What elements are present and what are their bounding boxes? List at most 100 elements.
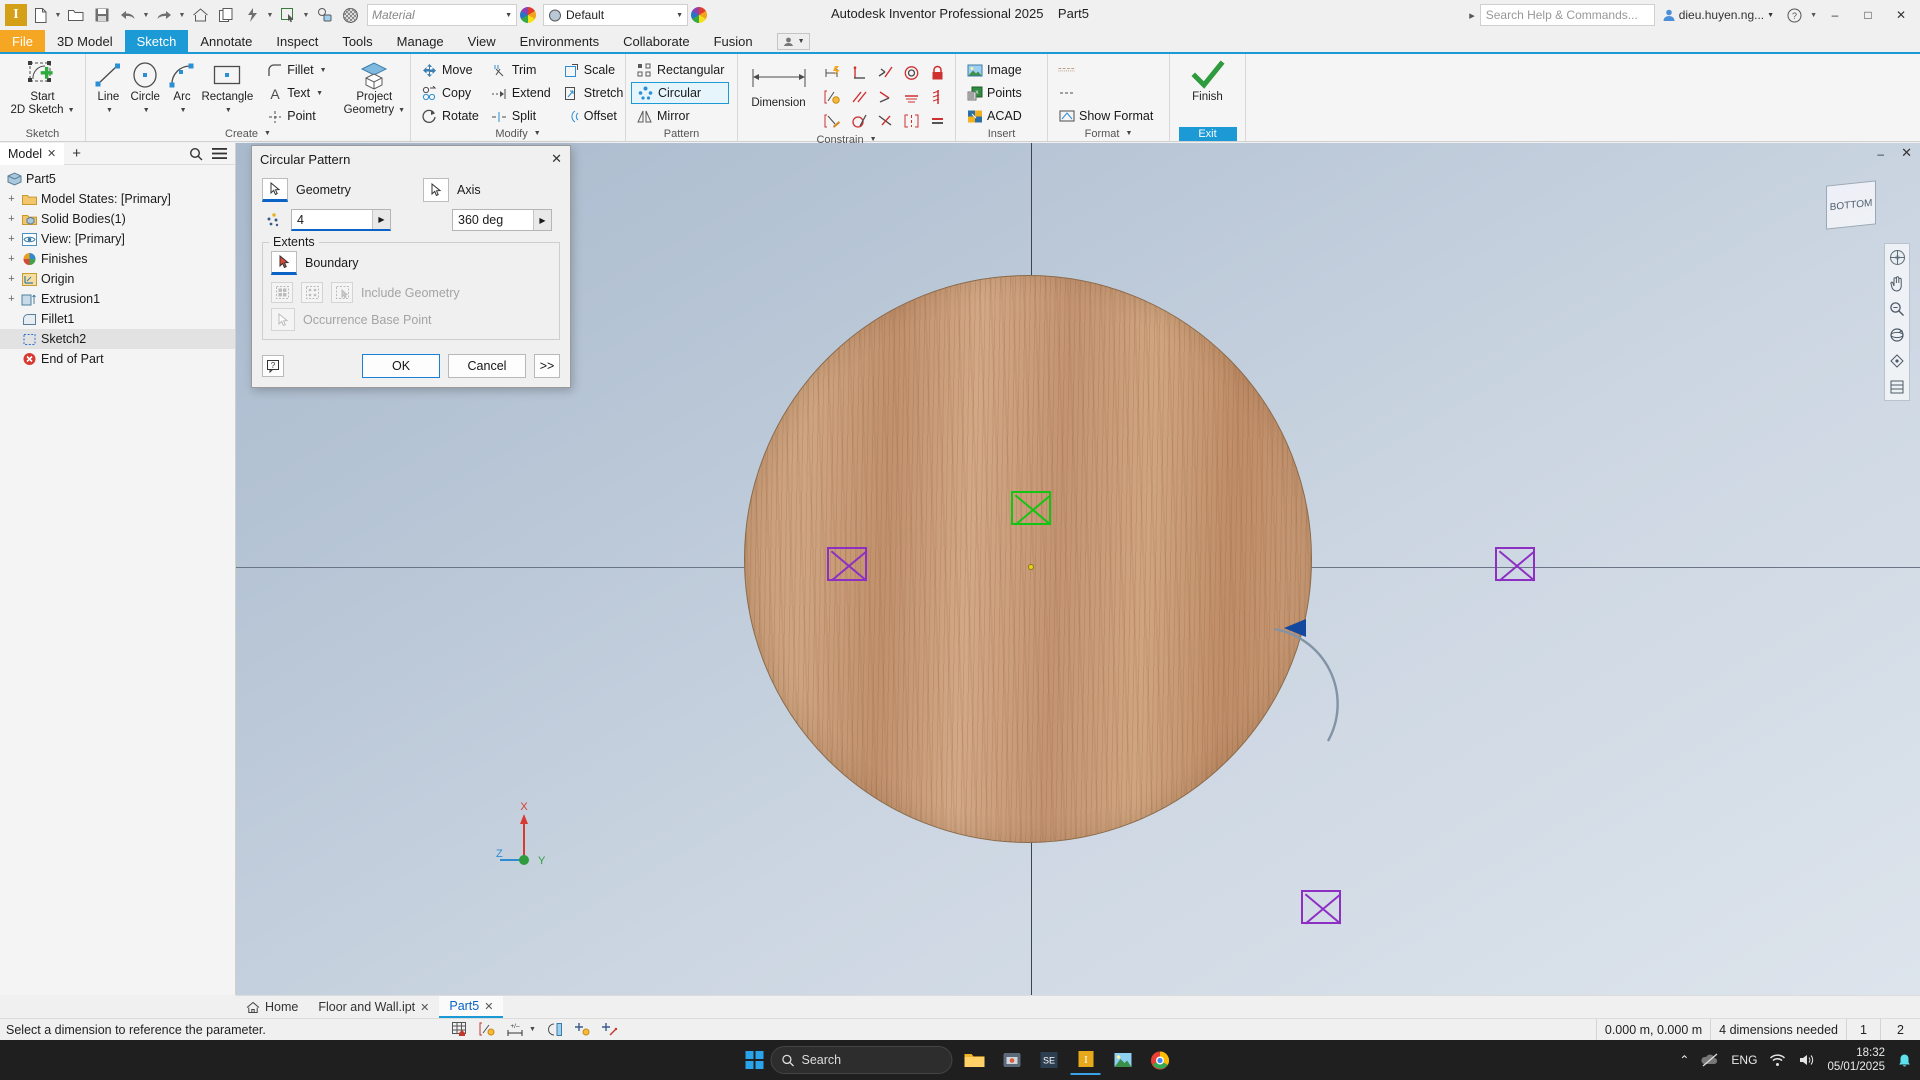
maximize-button[interactable]: □ [1853,0,1883,30]
scale-button[interactable]: Scale [558,59,629,81]
ribbon-tab-annotate[interactable]: Annotate [188,30,264,52]
ribbon-tab-inspect[interactable]: Inspect [264,30,330,52]
tree-node-part5[interactable]: Part5 [0,169,235,189]
redo-caret-icon[interactable]: ▼ [177,12,187,19]
start-2d-sketch-button[interactable]: Start 2D Sketch ▼ [6,57,80,117]
pattern-occurrence-bottom[interactable] [1301,890,1342,925]
chevron-down-icon[interactable]: ▼ [1125,127,1132,141]
search-help-input[interactable]: Search Help & Commands... [1479,4,1655,26]
extend-button[interactable]: Extend [486,82,556,104]
update-icon[interactable] [239,2,265,28]
horizontal-constraint-icon[interactable] [898,85,924,109]
fix-constraint-icon[interactable] [924,61,950,85]
angle-dropdown-icon[interactable]: ▶ [533,210,551,230]
occurrence-count-input[interactable]: 4 ▶ [291,209,391,231]
ribbon-tab-view[interactable]: View [456,30,508,52]
inventor-app-icon[interactable]: I [1070,1045,1101,1075]
chevron-down-icon[interactable]: ▼ [320,67,327,74]
axis-select-button[interactable] [423,178,449,202]
chevron-down-icon[interactable]: ▼ [398,104,405,117]
wifi-icon[interactable] [1769,1053,1786,1067]
expander-icon[interactable]: + [6,273,17,285]
tree-node-extrusion1[interactable]: + Extrusion1 [0,289,235,309]
collinear-constraint-icon[interactable] [872,109,898,133]
constraint-inference-icon[interactable] [574,1022,591,1037]
help-icon[interactable]: ? [1781,2,1807,28]
help-caret-icon[interactable]: ▼ [1810,12,1817,19]
arc-tool-button[interactable]: Arc ▼ [165,57,200,117]
expander-icon[interactable]: + [6,293,17,305]
close-icon[interactable]: ✕ [420,1001,429,1014]
auto-constraint-icon[interactable] [820,109,846,133]
inventor-logo-icon[interactable]: I [5,4,27,26]
pan-icon[interactable] [1887,273,1907,293]
browser-tab-model[interactable]: Model ✕ [0,142,65,165]
text-button[interactable]: A Text ▼ [261,82,331,104]
copy-icon[interactable] [213,2,239,28]
fillet-button[interactable]: Fillet ▼ [261,59,331,81]
insert-image-button[interactable]: Image [961,59,1027,81]
chevron-down-icon[interactable]: ▼ [143,104,150,117]
expander-icon[interactable]: + [6,193,17,205]
ribbon-tab-3d-model[interactable]: 3D Model [45,30,125,52]
tree-node-model-states[interactable]: + Model States: [Primary] [0,189,235,209]
point-button[interactable]: Point [261,105,331,127]
auto-dimension-icon[interactable] [820,61,846,85]
chevron-down-icon[interactable]: ▼ [676,12,683,19]
hamburger-menu-icon[interactable] [212,147,227,161]
browser-add-tab-button[interactable]: + [64,145,89,162]
more-options-button[interactable]: >> [534,354,560,378]
notification-bell-icon[interactable] [1897,1053,1912,1068]
rotate-button[interactable]: Rotate [416,105,484,127]
dialog-title-bar[interactable]: Circular Pattern ✕ [252,146,570,172]
circular-pattern-dialog[interactable]: Circular Pattern ✕ Geometry 4 ▶ Axis 360… [251,145,571,388]
expander-icon[interactable]: + [6,213,17,225]
save-icon[interactable] [89,2,115,28]
offset-button[interactable]: Offset [558,105,629,127]
panel-title-modify[interactable]: Modify ▼ [416,127,620,141]
smooth-constraint-icon[interactable] [846,109,872,133]
expander-icon[interactable]: + [6,233,17,245]
open-file-icon[interactable] [63,2,89,28]
taskbar-search-input[interactable]: Search [770,1046,953,1074]
material-color-wheel-icon[interactable] [520,7,536,23]
expander-icon[interactable]: + [6,253,17,265]
zoom-icon[interactable] [1887,299,1907,319]
new-file-icon[interactable] [27,2,53,28]
occurrence-count-dropdown-icon[interactable]: ▶ [372,210,390,229]
panel-title-format[interactable]: Format ▼ [1053,127,1164,141]
doc-tab-part5[interactable]: Part5 ✕ [439,996,504,1018]
symmetric-constraint-icon[interactable] [898,109,924,133]
doc-tab-home[interactable]: Home [236,996,308,1018]
circular-pattern-button[interactable]: Circular [631,82,730,104]
chevron-down-icon[interactable]: ▼ [1767,12,1774,19]
undo-icon[interactable] [115,2,141,28]
chevron-down-icon[interactable]: ▼ [264,127,271,141]
angle-input[interactable]: 360 deg ▶ [452,209,552,231]
appearance-selector[interactable]: Default ▼ [543,4,688,26]
windows-start-icon[interactable] [745,1051,764,1069]
linetype-button[interactable] [1053,59,1158,81]
pattern-occurrence-selected[interactable] [1011,491,1052,526]
ribbon-tab-collaborate[interactable]: Collaborate [611,30,702,52]
tree-node-solid-bodies[interactable]: + Solid Bodies(1) [0,209,235,229]
material-sphere-icon[interactable] [337,2,363,28]
home-icon[interactable] [187,2,213,28]
show-format-button[interactable]: Show Format [1053,105,1158,127]
measure-icon[interactable] [311,2,337,28]
copy-button[interactable]: Copy [416,82,484,104]
close-icon[interactable]: ✕ [47,147,56,160]
close-icon[interactable]: ✕ [484,1000,493,1013]
line-tool-button[interactable]: Line ▼ [91,57,126,117]
circle-tool-button[interactable]: Circle ▼ [128,57,163,117]
ok-button[interactable]: OK [362,354,440,378]
dimension-button[interactable]: Dimension [743,61,814,110]
ribbon-tab-sketch[interactable]: Sketch [124,30,189,52]
chevron-down-icon[interactable]: ▼ [798,38,805,45]
ribbon-tab-fusion[interactable]: Fusion [702,30,765,52]
rectangular-pattern-button[interactable]: Rectangular [631,59,729,81]
chevron-down-icon[interactable]: ▼ [534,127,541,141]
split-button[interactable]: Split [486,105,556,127]
tree-node-sketch2[interactable]: Sketch2 [0,329,235,349]
show-constraints-icon[interactable] [820,85,846,109]
